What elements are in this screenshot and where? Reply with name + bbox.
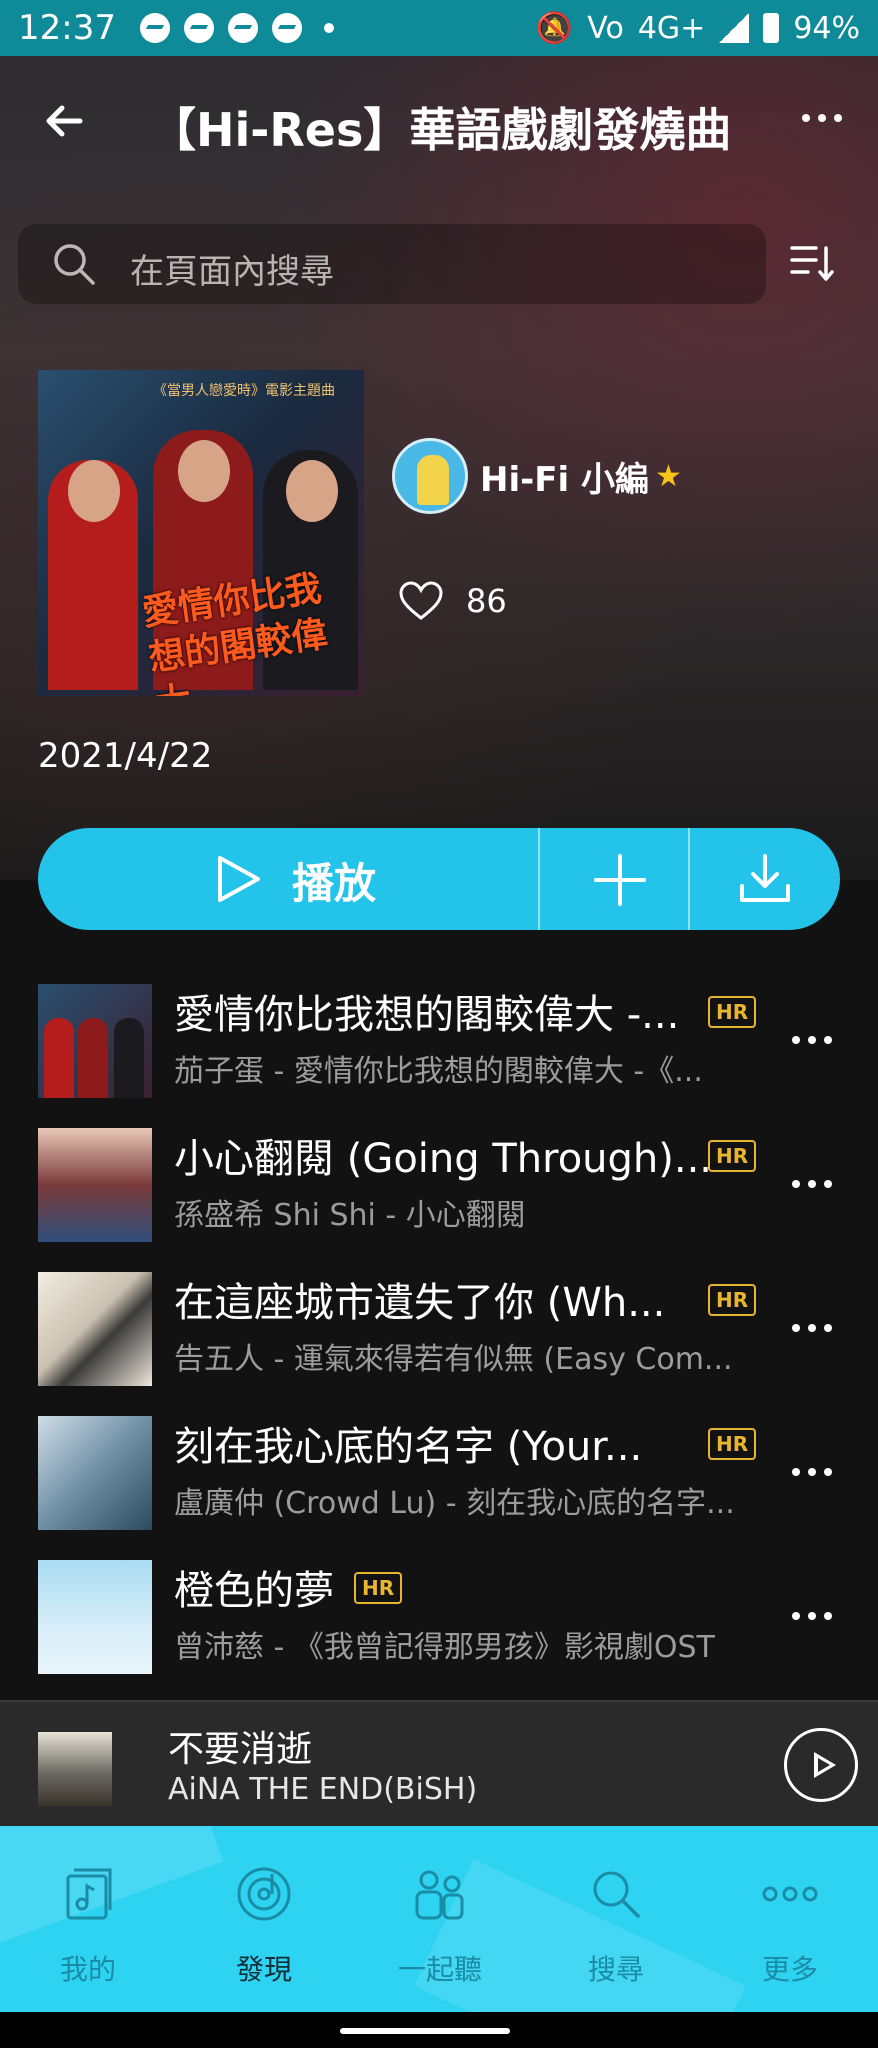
nav-label: 我的 xyxy=(59,1953,116,1986)
page-title: 【Hi-Res】華語戲劇發燒曲 xyxy=(150,103,732,157)
hr-badge: HR xyxy=(708,996,757,1028)
divider xyxy=(538,828,540,930)
track-title: 小心翻閱 (Going Through)... xyxy=(174,1136,713,1182)
nav-item-search[interactable]: 搜尋 xyxy=(528,1826,704,2012)
mini-player-title: 不要消逝 xyxy=(168,1729,313,1770)
track-thumbnail xyxy=(38,1128,152,1242)
system-home-bar xyxy=(0,2012,878,2048)
status-time: 12:37 xyxy=(18,8,116,48)
play-all-button[interactable]: 播放 xyxy=(38,828,538,930)
track-row[interactable]: 刻在我心底的名字 (Your... HR 盧廣仲 (Crowd Lu) - 刻在… xyxy=(0,1400,878,1544)
search-input[interactable]: 在頁面內搜尋 xyxy=(18,224,766,304)
nav-item-discover[interactable]: 發現 xyxy=(176,1826,352,2012)
mini-play-icon[interactable] xyxy=(784,1728,858,1802)
track-subtitle: 告五人 - 運氣來得若有似無 (Easy Com... xyxy=(174,1342,733,1377)
more-options-icon[interactable] xyxy=(802,114,842,122)
bottom-nav: 我的 發現 一起聽 搜尋 更多 xyxy=(0,1826,878,2012)
track-thumbnail xyxy=(38,984,152,1098)
nav-item-listen-together[interactable]: 一起聽 xyxy=(352,1826,528,2012)
network-label: 4G+ xyxy=(637,10,706,46)
people-icon xyxy=(415,1870,464,1920)
playlist-date: 2021/4/22 xyxy=(38,736,213,776)
track-subtitle: 曾沛慈 - 《我曾記得那男孩》影視劇OST xyxy=(174,1630,715,1665)
track-subtitle: 盧廣仲 (Crowd Lu) - 刻在我心底的名字... xyxy=(174,1486,735,1521)
status-right: 🔕 Vo 4G+ 94% xyxy=(536,11,860,46)
home-indicator[interactable] xyxy=(340,2028,510,2034)
mute-icon: 🔕 xyxy=(535,10,574,46)
messenger-icon xyxy=(139,13,170,43)
mini-player-thumbnail xyxy=(38,1732,112,1806)
add-icon[interactable] xyxy=(594,854,646,906)
track-title: 刻在我心底的名字 (Your... xyxy=(174,1424,643,1470)
curator-name[interactable]: Hi-Fi 小編 xyxy=(480,452,649,501)
track-subtitle: 孫盛希 Shi Shi - 小心翻閱 xyxy=(174,1198,526,1233)
track-more-icon[interactable] xyxy=(792,1036,832,1044)
nav-item-mine[interactable]: 我的 xyxy=(0,1826,176,2012)
back-arrow-icon[interactable] xyxy=(40,96,90,146)
track-more-icon[interactable] xyxy=(792,1324,832,1332)
track-thumbnail xyxy=(38,1272,152,1386)
track-row[interactable]: 小心翻閱 (Going Through)... HR 孫盛希 Shi Shi -… xyxy=(0,1112,878,1256)
hr-badge: HR xyxy=(708,1284,757,1316)
mini-player[interactable]: 不要消逝 AiNA THE END(BiSH) xyxy=(0,1700,878,1826)
search-icon xyxy=(593,1871,640,1918)
track-thumbnail xyxy=(38,1416,152,1530)
track-thumbnail xyxy=(38,1560,152,1674)
download-icon[interactable] xyxy=(738,852,792,906)
battery-percent: 94% xyxy=(793,10,860,46)
search-icon xyxy=(54,244,95,285)
nav-item-more[interactable]: 更多 xyxy=(702,1826,878,2012)
track-title: 橙色的夢 xyxy=(174,1568,334,1614)
star-icon: ★ xyxy=(654,458,682,494)
sort-icon[interactable] xyxy=(790,244,834,284)
divider xyxy=(688,828,690,930)
search-placeholder: 在頁面內搜尋 xyxy=(130,252,334,292)
track-more-icon[interactable] xyxy=(792,1180,832,1188)
like-count: 86 xyxy=(466,582,507,620)
playlist-cover[interactable]: 《當男人戀愛時》電影主題曲 愛情你比我想的閣較偉大 xyxy=(38,370,364,696)
status-bar: 12:37 🔕 Vo 4G+ 94% xyxy=(0,0,878,56)
track-row[interactable]: 在這座城市遺失了你 (Wh... HR 告五人 - 運氣來得若有似無 (Easy… xyxy=(0,1256,878,1400)
play-label: 播放 xyxy=(292,859,377,908)
notification-dot-icon xyxy=(323,23,334,33)
heart-icon[interactable] xyxy=(398,580,444,622)
hr-badge: HR xyxy=(708,1140,757,1172)
action-bar: 播放 xyxy=(38,828,840,930)
more-icon xyxy=(762,1886,818,1902)
volte-label: Vo xyxy=(587,10,624,46)
like-row[interactable]: 86 xyxy=(398,580,507,622)
track-subtitle: 茄子蛋 - 愛情你比我想的閣較偉大 -《... xyxy=(174,1054,703,1089)
track-title: 在這座城市遺失了你 (Wh... xyxy=(174,1280,666,1326)
nav-label: 搜尋 xyxy=(587,1953,644,1986)
mini-player-artist: AiNA THE END(BiSH) xyxy=(168,1772,478,1807)
messenger-icon xyxy=(227,13,258,43)
curator-profile[interactable]: Hi-Fi 小編 ★ xyxy=(392,438,682,514)
track-row[interactable]: 愛情你比我想的閣較偉大 -... HR 茄子蛋 - 愛情你比我想的閣較偉大 -《… xyxy=(0,968,878,1112)
track-row[interactable]: 橙色的夢 HR 曾沛慈 - 《我曾記得那男孩》影視劇OST xyxy=(0,1544,878,1688)
nav-label: 一起聽 xyxy=(397,1953,482,1986)
track-more-icon[interactable] xyxy=(792,1468,832,1476)
nav-label: 更多 xyxy=(761,1953,818,1986)
track-title: 愛情你比我想的閣較偉大 -... xyxy=(174,992,680,1038)
signal-icon xyxy=(719,13,750,43)
play-icon xyxy=(218,856,260,902)
messenger-icon xyxy=(183,13,214,43)
nav-label: 發現 xyxy=(235,1953,292,1986)
notification-icons xyxy=(139,13,334,43)
battery-icon xyxy=(763,13,780,43)
hr-badge: HR xyxy=(708,1428,757,1460)
track-more-icon[interactable] xyxy=(792,1612,832,1620)
disc-icon xyxy=(237,1867,291,1921)
cover-top-text: 《當男人戀愛時》電影主題曲 xyxy=(153,383,335,399)
top-bar: 【Hi-Res】華語戲劇發燒曲 xyxy=(0,56,878,186)
messenger-icon xyxy=(271,13,302,43)
hr-badge: HR xyxy=(354,1572,403,1604)
avatar[interactable] xyxy=(392,438,468,514)
library-icon xyxy=(66,1868,112,1920)
